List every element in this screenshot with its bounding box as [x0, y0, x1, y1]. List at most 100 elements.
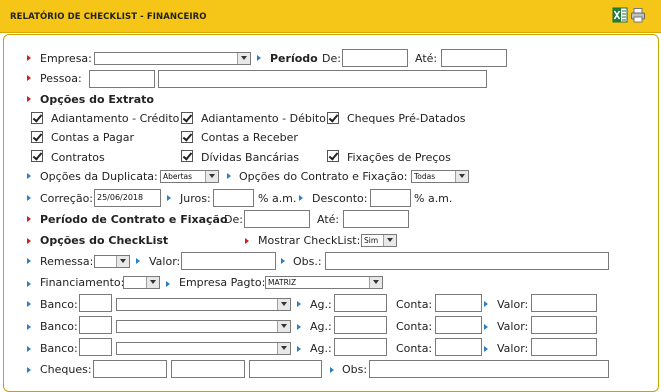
arrow-icon	[27, 195, 31, 201]
ate-label: Até:	[317, 213, 340, 226]
arrow-icon	[257, 55, 261, 61]
checkbox-label: Adiantamento - Crédito	[51, 112, 180, 125]
financiamento-select[interactable]	[123, 276, 160, 289]
empresa-select[interactable]	[94, 52, 251, 65]
cheque-input[interactable]	[171, 360, 245, 378]
periodo-de-input[interactable]	[342, 49, 408, 67]
checkbox-label: Contas a Pagar	[51, 131, 135, 144]
banco-label: Banco:	[40, 298, 78, 311]
checkbox-label: Contas a Receber	[201, 131, 298, 144]
agencia-input[interactable]	[334, 294, 387, 312]
conta-label: Conta:	[396, 298, 433, 311]
select-value: MATRIZ	[268, 278, 297, 287]
arrow-icon	[27, 367, 31, 373]
arrow-icon	[299, 195, 303, 201]
checkbox-contas-a-pagar[interactable]	[31, 131, 43, 143]
conta-input[interactable]	[435, 316, 482, 334]
arrow-icon	[484, 301, 488, 307]
arrow-icon	[297, 346, 301, 352]
obs-label: Obs.:	[293, 255, 322, 268]
select-value: Todas	[414, 172, 436, 181]
desconto-label: Desconto:	[312, 192, 368, 205]
checkbox-dividas-bancarias[interactable]	[181, 150, 193, 162]
banco-code-input[interactable]	[79, 294, 112, 312]
banco-valor-input[interactable]	[531, 316, 597, 334]
mostrar-checklist-select[interactable]: Sim	[361, 234, 397, 247]
banco-select[interactable]	[116, 342, 291, 355]
select-value: Sim	[364, 236, 379, 245]
de-label: De:	[224, 213, 243, 226]
checkbox-adiantamento-credito[interactable]	[31, 112, 43, 124]
cheque-input[interactable]	[249, 360, 322, 378]
pessoa-name-input[interactable]	[158, 70, 487, 88]
opcoes-duplicata-select[interactable]: Abertas	[160, 170, 219, 183]
title-bar: RELATÓRIO DE CHECKLIST - FINANCEIRO	[0, 0, 661, 33]
remessa-select[interactable]	[94, 255, 130, 268]
arrow-icon	[27, 238, 31, 244]
chevron-down-icon	[369, 277, 382, 288]
cheques-obs-input[interactable]	[369, 360, 609, 378]
correcao-label: Correção:	[40, 192, 94, 205]
arrow-icon	[27, 258, 31, 264]
arrow-icon	[27, 173, 31, 179]
correcao-date-input[interactable]: 25/06/2018	[94, 189, 161, 207]
banco-code-input[interactable]	[79, 338, 112, 356]
agencia-input[interactable]	[334, 316, 387, 334]
checkbox-label: Dívidas Bancárias	[201, 151, 300, 164]
checkbox-adiantamento-debito[interactable]	[181, 112, 193, 124]
chevron-down-icon	[277, 343, 290, 354]
conta-input[interactable]	[435, 294, 482, 312]
obs-label: Obs:	[342, 363, 368, 376]
empresa-pagto-select[interactable]: MATRIZ	[265, 276, 383, 289]
remessa-valor-input[interactable]	[181, 252, 276, 270]
checkbox-fixacoes-de-precos[interactable]	[327, 150, 339, 162]
arrow-icon	[27, 55, 31, 61]
banco-select[interactable]	[116, 298, 291, 311]
periodo-contrato-de-input[interactable]	[244, 210, 310, 228]
arrow-icon	[136, 258, 140, 264]
juros-input[interactable]	[213, 189, 254, 207]
opcoes-checklist-heading: Opções do CheckList	[40, 234, 169, 247]
periodo-label: Período	[270, 52, 318, 65]
banco-code-input[interactable]	[79, 316, 112, 334]
checkbox-contratos[interactable]	[31, 150, 43, 162]
chevron-down-icon	[383, 235, 396, 246]
empresa-pagto-label: Empresa Pagto:	[179, 276, 266, 289]
arrow-icon	[166, 281, 170, 287]
checkbox-label: Cheques Pré-Datados	[347, 112, 466, 125]
banco-valor-input[interactable]	[531, 294, 597, 312]
excel-icon[interactable]	[612, 7, 628, 23]
desconto-input[interactable]	[370, 189, 411, 207]
arrow-icon	[484, 324, 488, 330]
conta-input[interactable]	[435, 338, 482, 356]
periodo-ate-input[interactable]	[441, 49, 507, 67]
ag-label: Ag.:	[310, 342, 332, 355]
arrow-icon	[245, 238, 249, 244]
opcoes-contrato-select[interactable]: Todas	[411, 170, 469, 183]
remessa-obs-input[interactable]	[325, 252, 609, 270]
cheque-input[interactable]	[93, 360, 167, 378]
checkbox-cheques-pre-datados[interactable]	[327, 112, 339, 124]
banco-label: Banco:	[40, 320, 78, 333]
juros-label: Juros:	[180, 192, 211, 205]
banco-valor-input[interactable]	[531, 338, 597, 356]
conta-label: Conta:	[396, 320, 433, 333]
arrow-icon	[27, 281, 31, 287]
agencia-input[interactable]	[334, 338, 387, 356]
banco-select[interactable]	[116, 320, 291, 333]
banco-label: Banco:	[40, 342, 78, 355]
opcoes-duplicata-label: Opções da Duplicata:	[40, 170, 158, 183]
arrow-icon	[281, 258, 285, 264]
financiamento-label: Financiamento:	[40, 276, 125, 289]
pessoa-code-input[interactable]	[89, 70, 155, 88]
arrow-icon	[330, 367, 334, 373]
chevron-down-icon	[455, 171, 468, 182]
periodo-contrato-ate-input[interactable]	[343, 210, 409, 228]
checkbox-contas-a-receber[interactable]	[181, 131, 193, 143]
ag-label: Ag.:	[310, 320, 332, 333]
chevron-down-icon	[116, 256, 129, 267]
printer-icon[interactable]	[630, 7, 646, 23]
arrow-icon	[27, 216, 31, 222]
select-value: Abertas	[163, 172, 193, 181]
arrow-icon	[27, 96, 31, 102]
